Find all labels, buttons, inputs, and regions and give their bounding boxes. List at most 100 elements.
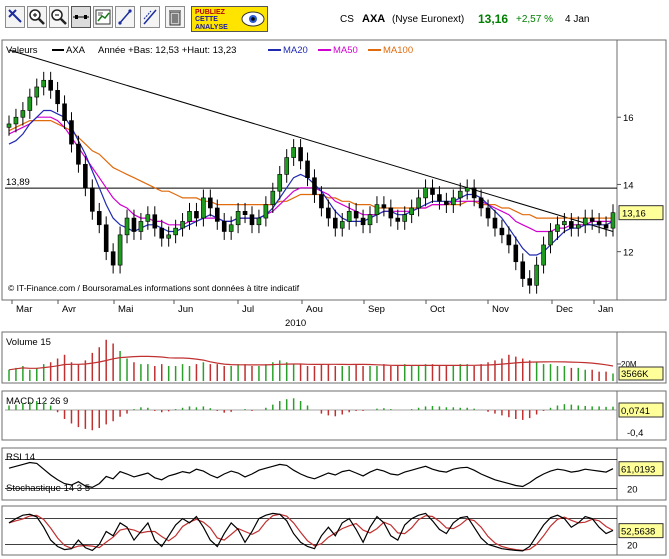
- candle-body: [83, 163, 88, 189]
- trend-line-tool-icon[interactable]: [115, 6, 135, 28]
- candle-body: [416, 197, 421, 209]
- candle-body: [562, 221, 567, 226]
- candle-body: [395, 217, 401, 222]
- horizontal-line-tool-icon[interactable]: [71, 6, 91, 28]
- candle-body: [367, 214, 373, 226]
- candle-body: [499, 227, 505, 236]
- candle-body: [124, 217, 130, 236]
- candle-body: [214, 207, 220, 222]
- candle-body: [270, 190, 276, 205]
- last-price: 13,16: [478, 12, 509, 26]
- copyright-text: © IT-Finance.com / BoursoramaLes informa…: [8, 283, 300, 293]
- stochastic-title: Stochastique 14 3 5: [6, 483, 90, 494]
- chart-settings-icon[interactable]: [93, 6, 113, 28]
- trend-line-alt-tool-icon[interactable]: [140, 6, 160, 28]
- volume-last-label: 3566K: [621, 369, 649, 380]
- candle-body: [346, 211, 352, 222]
- candle-body: [187, 211, 192, 222]
- candle-body: [138, 221, 144, 232]
- candle-body: [27, 96, 33, 111]
- stochastic-panel-frame: [1, 505, 667, 556]
- candle-body: [409, 207, 414, 215]
- candle-body: [180, 221, 185, 229]
- candle-body: [596, 221, 602, 226]
- x-month-label: Aou: [306, 304, 323, 315]
- x-month-label: Jun: [178, 304, 193, 315]
- candle-body: [444, 200, 449, 205]
- x-year-label: 2010: [285, 318, 306, 329]
- candle-body: [353, 211, 359, 219]
- rsi-title: RSI 14: [6, 452, 35, 463]
- volume-title: Volume 15: [6, 337, 51, 348]
- candle-body: [326, 207, 331, 219]
- candle-body: [513, 244, 519, 263]
- candle-body: [41, 79, 47, 88]
- candle-body: [402, 214, 408, 222]
- candle-body: [589, 217, 595, 222]
- symbol-name: AXA: [362, 13, 386, 25]
- legend-ma50: MA50: [333, 45, 358, 56]
- candle-body: [603, 224, 609, 229]
- zoom-out-icon[interactable]: [49, 6, 69, 28]
- candle-body: [312, 177, 317, 195]
- candle-body: [152, 214, 158, 229]
- candle-body: [485, 207, 491, 219]
- candle-body: [360, 217, 366, 226]
- candle-body: [145, 214, 151, 222]
- exchange-name: (Nyse Euronext): [392, 14, 465, 25]
- candle-body: [221, 221, 227, 232]
- rsi-last-label: 61,0193: [621, 465, 655, 476]
- candle-body: [48, 79, 53, 91]
- price-change: +2,57 %: [516, 14, 553, 25]
- candle-body: [131, 217, 137, 232]
- candle-body: [103, 224, 109, 252]
- candle-body: [555, 224, 560, 232]
- candle-body: [159, 227, 165, 239]
- x-month-label: Oct: [430, 304, 445, 315]
- candle-body: [242, 211, 248, 215]
- candle-body: [6, 123, 12, 128]
- x-month-label: Dec: [556, 304, 573, 315]
- candle-body: [76, 143, 81, 165]
- candle-body: [534, 264, 539, 286]
- candle-body: [34, 86, 40, 98]
- macd-panel-frame: [1, 390, 667, 441]
- candle-body: [582, 217, 588, 226]
- x-month-label: Nov: [492, 304, 509, 315]
- candle-body: [291, 147, 296, 158]
- candle-body: [471, 187, 477, 199]
- candle-body: [13, 116, 19, 125]
- candle-body: [457, 190, 463, 199]
- toolbar-icon-1[interactable]: [5, 6, 25, 28]
- candle-body: [492, 217, 498, 229]
- candle-body: [332, 217, 338, 229]
- candle-body: [451, 197, 456, 205]
- candle-body: [235, 211, 241, 226]
- x-month-label: Jan: [598, 304, 613, 315]
- chart-toolbar: PUBLIEZ CETTE ANALYSE CS AXA (Nyse Euron…: [0, 0, 669, 38]
- candle-body: [62, 103, 67, 121]
- candle-body: [20, 110, 26, 118]
- zoom-in-icon[interactable]: [27, 6, 47, 28]
- main-panel-frame: [1, 39, 667, 301]
- candle-body: [208, 197, 213, 209]
- y-tick-label: 16: [623, 113, 634, 124]
- x-month-label: Jul: [242, 304, 254, 315]
- candle-body: [423, 187, 428, 199]
- candle-body: [506, 234, 512, 246]
- candle-body: [69, 120, 74, 145]
- publish-analysis-button[interactable]: PUBLIEZ CETTE ANALYSE: [191, 6, 268, 32]
- candle-body: [305, 160, 310, 179]
- x-month-label: Sep: [368, 304, 385, 315]
- macd-tick-label: -0,4: [627, 428, 643, 439]
- legend-range: Année +Bas: 12,53 +Haut: 13,23: [98, 45, 236, 56]
- delete-icon[interactable]: [165, 6, 185, 28]
- candle-body: [201, 197, 206, 219]
- y-tick-label: 14: [623, 180, 634, 191]
- x-month-label: Mai: [118, 304, 133, 315]
- candle-body: [575, 224, 581, 229]
- candle-body: [284, 157, 290, 175]
- candle-body: [90, 187, 95, 212]
- candle-body: [277, 174, 283, 192]
- y-tick-label: 12: [623, 248, 634, 259]
